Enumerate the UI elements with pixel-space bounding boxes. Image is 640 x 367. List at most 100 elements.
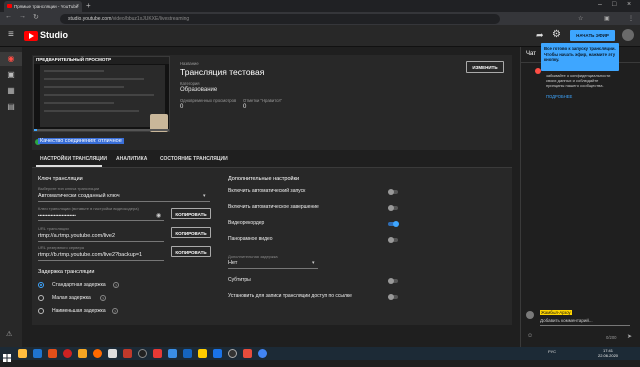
- copy-url-button[interactable]: КОПИРОВАТЬ: [171, 227, 211, 238]
- auto-stop-toggle[interactable]: [388, 205, 398, 211]
- 360-video-label: Панорамное видео: [228, 236, 273, 242]
- preview-detail-line: [44, 102, 114, 104]
- hide-key-icon[interactable]: ◉: [156, 212, 161, 219]
- app-icon[interactable]: [48, 349, 57, 358]
- auto-start-toggle[interactable]: [388, 189, 398, 195]
- taskbar-clock[interactable]: 17:41 22.06.2020: [598, 348, 618, 358]
- backup-url-underline: [38, 260, 164, 261]
- subtitles-toggle[interactable]: [388, 278, 398, 284]
- edit-stream-button[interactable]: ИЗМЕНИТЬ: [466, 61, 504, 73]
- extension-icon[interactable]: ▣: [604, 15, 610, 22]
- avatar[interactable]: [622, 29, 634, 41]
- app-icon[interactable]: [108, 349, 117, 358]
- stream-title: Трансляция тестовая: [180, 67, 265, 77]
- chevron-down-icon[interactable]: ▾: [312, 260, 315, 266]
- auto-start-label: Включить автоматический запуск: [228, 188, 306, 194]
- stream-url-field[interactable]: rtmp://a.rtmp.youtube.com/live2: [38, 233, 115, 239]
- stream-key-underline: [38, 220, 164, 221]
- delay-standard-radio[interactable]: [38, 282, 44, 288]
- delay-low-label: Малая задержка: [52, 295, 91, 301]
- app-icon[interactable]: [243, 349, 252, 358]
- chat-user-name: Жамбыл-Арзоу: [540, 310, 572, 315]
- copy-key-button[interactable]: КОПИРОВАТЬ: [171, 208, 211, 219]
- firefox-icon[interactable]: [93, 349, 102, 358]
- maximize-icon[interactable]: □: [612, 1, 616, 8]
- calendar-icon[interactable]: ▦: [6, 86, 16, 95]
- menu-dots-icon[interactable]: ⋮: [628, 15, 634, 22]
- learn-more-link[interactable]: ПОДРОБНЕЕ: [546, 94, 572, 99]
- browser-tabbar: [0, 0, 640, 12]
- app-icon[interactable]: [153, 349, 162, 358]
- unlisted-replay-toggle[interactable]: [388, 294, 398, 300]
- chrome-icon[interactable]: [258, 349, 267, 358]
- reload-icon[interactable]: ↻: [33, 13, 39, 21]
- preview-detail-line: [44, 78, 144, 80]
- copy-backup-url-button[interactable]: КОПИРОВАТЬ: [171, 246, 211, 257]
- extra-delay-select[interactable]: Нет: [228, 260, 237, 266]
- menu-icon[interactable]: ≡: [8, 29, 14, 40]
- clock-date: 22.06.2020: [598, 353, 619, 358]
- delay-ultralow-radio[interactable]: [38, 308, 44, 314]
- word-icon[interactable]: [183, 349, 192, 358]
- help-icon[interactable]: ?: [112, 308, 118, 314]
- browser-tab[interactable]: Прямые трансляции - YouTube ×: [4, 1, 82, 12]
- auto-stop-label: Включить автоматическое завершение: [228, 204, 319, 210]
- windows-start-icon[interactable]: [3, 349, 11, 362]
- key-type-select[interactable]: Автоматически созданный ключ: [38, 193, 120, 199]
- help-icon[interactable]: ?: [113, 282, 119, 288]
- extra-delay-underline: [228, 268, 318, 269]
- help-icon[interactable]: ?: [100, 295, 106, 301]
- chat-input[interactable]: Добавить комментарий...: [540, 318, 593, 323]
- camera-icon[interactable]: ▣: [6, 70, 16, 79]
- gear-icon[interactable]: ⚙: [552, 29, 561, 40]
- tab-stream-settings[interactable]: НАСТРОЙКИ ТРАНСЛЯЦИИ: [40, 156, 107, 162]
- preview-title: ПРЕДВАРИТЕЛЬНЫЙ ПРОСМОТР: [36, 57, 112, 62]
- preview-detail-line: [44, 86, 124, 88]
- feedback-icon[interactable]: ⚠: [6, 330, 12, 338]
- extra-delay-label: Дополнительная задержка: [228, 254, 278, 259]
- 360-video-toggle[interactable]: [388, 237, 398, 243]
- emoji-icon[interactable]: ☺: [527, 333, 533, 339]
- app-icon[interactable]: [213, 349, 222, 358]
- vlc-icon[interactable]: [78, 349, 87, 358]
- obs-icon[interactable]: [228, 349, 237, 358]
- share-icon[interactable]: ➦: [536, 30, 544, 41]
- minimize-icon[interactable]: –: [598, 1, 602, 8]
- opera-icon[interactable]: [63, 349, 72, 358]
- forward-icon[interactable]: →: [19, 13, 26, 20]
- url-path: /video/bbuz1xJUKXE/livestreaming: [111, 16, 190, 22]
- media-icon[interactable]: [123, 349, 132, 358]
- start-stream-button[interactable]: НАЧАТЬ ЭФИР: [570, 30, 615, 41]
- ie-icon[interactable]: [33, 349, 42, 358]
- category-label: Категория: [180, 81, 200, 86]
- live-icon[interactable]: ◉: [6, 54, 16, 63]
- backup-url-label: URL резервного сервера: [38, 245, 85, 250]
- tray-lang[interactable]: РУС: [548, 349, 556, 354]
- manage-icon[interactable]: ▤: [6, 102, 16, 111]
- delay-low-radio[interactable]: [38, 295, 44, 301]
- preview-progress-track: [34, 129, 169, 131]
- tab-analytics[interactable]: АНАЛИТИКА: [116, 156, 147, 162]
- new-tab-icon[interactable]: +: [86, 1, 91, 10]
- close-window-icon[interactable]: ×: [627, 1, 631, 8]
- chat-panel: [520, 47, 640, 347]
- preview-progress-fill: [34, 129, 37, 131]
- unlisted-replay-label: Установить для записи трансляции доступ …: [228, 293, 352, 299]
- back-icon[interactable]: ←: [5, 13, 12, 20]
- dvr-toggle[interactable]: [388, 221, 399, 227]
- backup-url-field[interactable]: rtmp://b.rtmp.youtube.com/live2?backup=1: [38, 252, 142, 258]
- send-icon[interactable]: ➤: [627, 333, 632, 340]
- app-icon[interactable]: [198, 349, 207, 358]
- close-tab-icon[interactable]: ×: [76, 3, 79, 9]
- chat-input-underline: [540, 325, 630, 326]
- stream-key-field[interactable]: ••••••••••••••••••••••••: [38, 213, 76, 218]
- obs-icon[interactable]: [138, 349, 147, 358]
- key-type-underline: [38, 201, 210, 202]
- app-icon[interactable]: [168, 349, 177, 358]
- chevron-down-icon[interactable]: ▾: [203, 193, 206, 199]
- url-field[interactable]: studio.youtube.com/video/bbuz1xJUKXE/liv…: [60, 14, 500, 24]
- dvr-label: Видеорекордер: [228, 220, 265, 226]
- tab-stream-health[interactable]: СОСТОЯНИЕ ТРАНСЛЯЦИИ: [160, 156, 228, 162]
- star-icon[interactable]: ☆: [578, 15, 583, 22]
- explorer-icon[interactable]: [18, 349, 27, 358]
